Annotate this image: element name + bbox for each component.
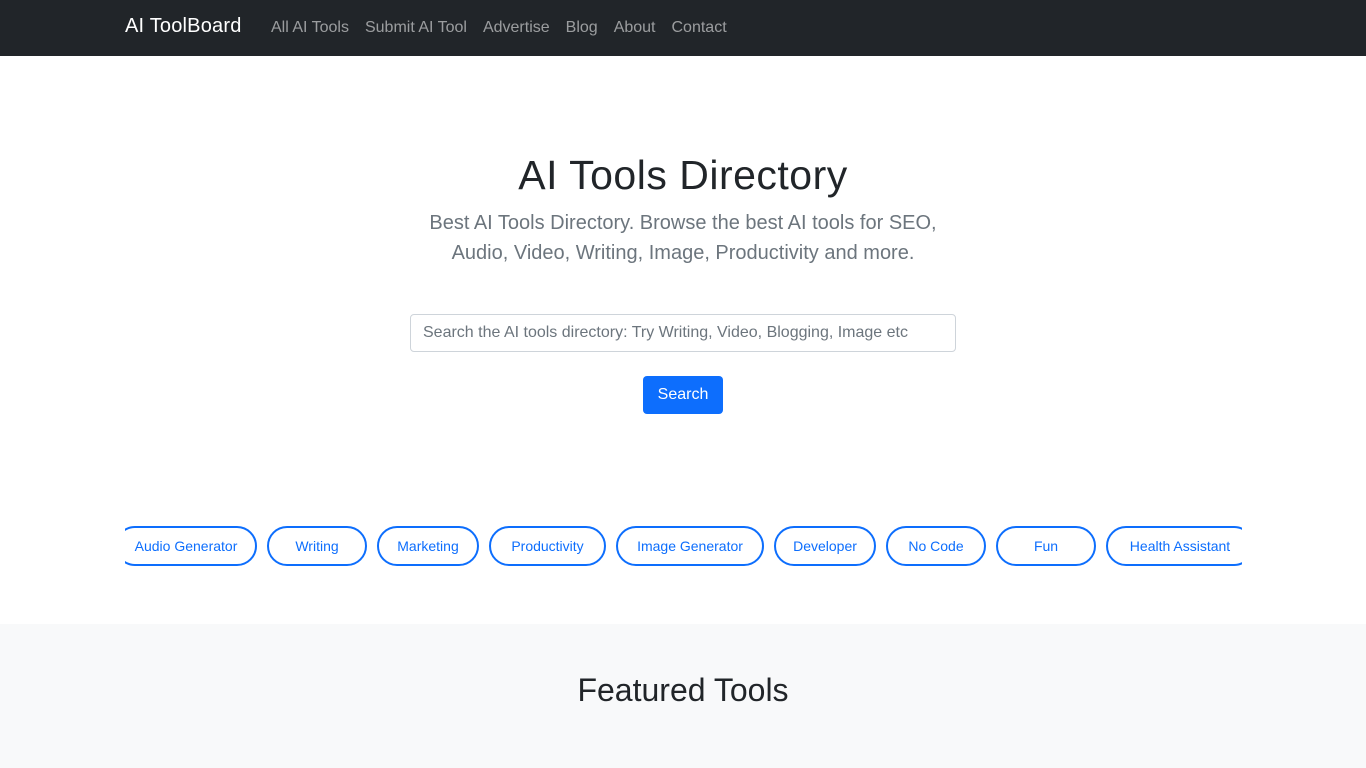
category-chip-fun[interactable]: Fun — [996, 526, 1096, 566]
nav-link-submit-ai-tool[interactable]: Submit AI Tool — [357, 19, 475, 37]
featured-tools-title: Featured Tools — [577, 672, 789, 708]
nav-link-advertise[interactable]: Advertise — [475, 19, 558, 37]
nav-link-contact[interactable]: Contact — [664, 19, 735, 37]
category-chip-writing[interactable]: Writing — [267, 526, 367, 566]
nav-links: All AI Tools Submit AI Tool Advertise Bl… — [263, 0, 735, 56]
featured-tools-section: Featured Tools — [0, 624, 1366, 768]
category-chip-no-code[interactable]: No Code — [886, 526, 986, 566]
category-chip-image-generator[interactable]: Image Generator — [616, 526, 764, 566]
nav-link-about[interactable]: About — [606, 19, 664, 37]
category-chip-health-assistant[interactable]: Health Assistant — [1106, 526, 1242, 566]
nav-link-blog[interactable]: Blog — [558, 19, 606, 37]
search-input[interactable] — [410, 314, 956, 352]
top-navbar: AI ToolBoard All AI Tools Submit AI Tool… — [0, 0, 1366, 56]
page-title: AI Tools Directory — [518, 152, 848, 198]
category-chip-productivity[interactable]: Productivity — [489, 526, 606, 566]
search-button[interactable]: Search — [643, 376, 723, 414]
category-carousel: Audio Generator Writing Marketing Productiv… — [125, 526, 1242, 566]
category-chip-marketing[interactable]: Marketing — [377, 526, 479, 566]
category-chip-audio-generator[interactable]: Audio Generator — [125, 526, 257, 566]
nav-link-all-ai-tools[interactable]: All AI Tools — [263, 19, 357, 37]
brand-logo-link[interactable]: AI ToolBoard — [125, 15, 242, 38]
category-chip-developer[interactable]: Developer — [774, 526, 876, 566]
hero-section: AI Tools Directory Best AI Tools Directo… — [0, 56, 1366, 624]
category-list: Audio Generator Writing Marketing Productiv… — [125, 526, 1242, 566]
hero-subtitle: Best AI Tools Directory. Browse the best… — [429, 212, 937, 264]
